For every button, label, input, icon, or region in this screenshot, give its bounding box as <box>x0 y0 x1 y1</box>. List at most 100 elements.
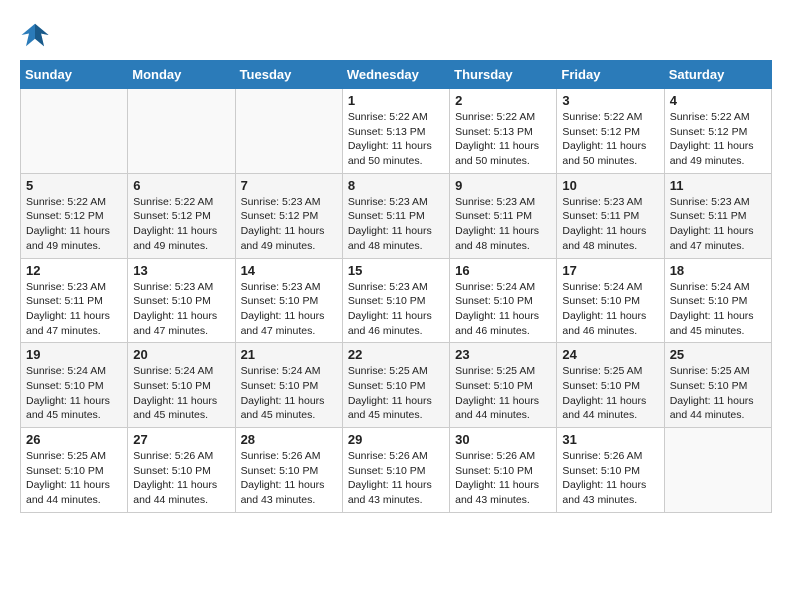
day-info: Sunrise: 5:24 AMSunset: 5:10 PMDaylight:… <box>241 364 337 423</box>
calendar-week-row: 1Sunrise: 5:22 AMSunset: 5:13 PMDaylight… <box>21 89 772 174</box>
calendar-cell <box>128 89 235 174</box>
calendar-cell: 21 Sunrise: 5:24 AMSunset: 5:10 PMDayligh… <box>235 343 342 428</box>
calendar-cell: 26 Sunrise: 5:25 AMSunset: 5:10 PMDayligh… <box>21 428 128 513</box>
day-info: Sunrise: 5:22 AMSunset: 5:12 PMDaylight:… <box>670 110 766 169</box>
weekday-header: Friday <box>557 61 664 89</box>
day-number: 26 <box>26 432 122 447</box>
day-info: Sunrise: 5:23 AMSunset: 5:12 PMDaylight:… <box>241 195 337 254</box>
day-info: Sunrise: 5:25 AMSunset: 5:10 PMDaylight:… <box>670 364 766 423</box>
day-number: 30 <box>455 432 551 447</box>
weekday-header: Sunday <box>21 61 128 89</box>
calendar-cell: 25 Sunrise: 5:25 AMSunset: 5:10 PMDayligh… <box>664 343 771 428</box>
day-info: Sunrise: 5:24 AMSunset: 5:10 PMDaylight:… <box>133 364 229 423</box>
day-info: Sunrise: 5:25 AMSunset: 5:10 PMDaylight:… <box>455 364 551 423</box>
day-number: 3 <box>562 93 658 108</box>
calendar-cell: 29 Sunrise: 5:26 AMSunset: 5:10 PMDayligh… <box>342 428 449 513</box>
calendar-cell: 23 Sunrise: 5:25 AMSunset: 5:10 PMDayligh… <box>450 343 557 428</box>
calendar-cell: 17 Sunrise: 5:24 AMSunset: 5:10 PMDayligh… <box>557 258 664 343</box>
calendar-cell <box>235 89 342 174</box>
day-number: 28 <box>241 432 337 447</box>
calendar-week-row: 12Sunrise: 5:23 AMSunset: 5:11 PMDayligh… <box>21 258 772 343</box>
calendar-cell: 28 Sunrise: 5:26 AMSunset: 5:10 PMDayligh… <box>235 428 342 513</box>
day-number: 24 <box>562 347 658 362</box>
calendar-cell: 2 Sunrise: 5:22 AMSunset: 5:13 PMDaylight… <box>450 89 557 174</box>
day-number: 29 <box>348 432 444 447</box>
calendar-cell: 4 Sunrise: 5:22 AMSunset: 5:12 PMDaylight… <box>664 89 771 174</box>
day-info: Sunrise: 5:23 AMSunset: 5:11 PMDaylight:… <box>26 280 122 339</box>
calendar-cell: 13Sunrise: 5:23 AMSunset: 5:10 PMDayligh… <box>128 258 235 343</box>
logo-icon <box>20 20 50 50</box>
day-number: 14 <box>241 263 337 278</box>
day-info: Sunrise: 5:26 AMSunset: 5:10 PMDaylight:… <box>133 449 229 508</box>
day-info: Sunrise: 5:22 AMSunset: 5:12 PMDaylight:… <box>26 195 122 254</box>
weekday-header: Wednesday <box>342 61 449 89</box>
calendar-cell: 22 Sunrise: 5:25 AMSunset: 5:10 PMDayligh… <box>342 343 449 428</box>
weekday-header: Monday <box>128 61 235 89</box>
day-number: 2 <box>455 93 551 108</box>
calendar-cell: 3 Sunrise: 5:22 AMSunset: 5:12 PMDaylight… <box>557 89 664 174</box>
day-info: Sunrise: 5:26 AMSunset: 5:10 PMDaylight:… <box>562 449 658 508</box>
day-info: Sunrise: 5:22 AMSunset: 5:12 PMDaylight:… <box>562 110 658 169</box>
day-number: 17 <box>562 263 658 278</box>
calendar-week-row: 26 Sunrise: 5:25 AMSunset: 5:10 PMDayligh… <box>21 428 772 513</box>
day-info: Sunrise: 5:24 AMSunset: 5:10 PMDaylight:… <box>455 280 551 339</box>
day-info: Sunrise: 5:23 AMSunset: 5:10 PMDaylight:… <box>133 280 229 339</box>
day-number: 21 <box>241 347 337 362</box>
calendar-cell: 24 Sunrise: 5:25 AMSunset: 5:10 PMDayligh… <box>557 343 664 428</box>
calendar-cell: 12Sunrise: 5:23 AMSunset: 5:11 PMDayligh… <box>21 258 128 343</box>
day-number: 9 <box>455 178 551 193</box>
calendar-header-row: SundayMondayTuesdayWednesdayThursdayFrid… <box>21 61 772 89</box>
calendar-cell: 5 Sunrise: 5:22 AMSunset: 5:12 PMDaylight… <box>21 173 128 258</box>
day-number: 5 <box>26 178 122 193</box>
day-number: 15 <box>348 263 444 278</box>
calendar-cell: 16 Sunrise: 5:24 AMSunset: 5:10 PMDayligh… <box>450 258 557 343</box>
day-number: 23 <box>455 347 551 362</box>
day-number: 16 <box>455 263 551 278</box>
day-info: Sunrise: 5:23 AMSunset: 5:11 PMDaylight:… <box>348 195 444 254</box>
day-number: 10 <box>562 178 658 193</box>
day-number: 18 <box>670 263 766 278</box>
day-info: Sunrise: 5:25 AMSunset: 5:10 PMDaylight:… <box>26 449 122 508</box>
calendar-cell: 30 Sunrise: 5:26 AMSunset: 5:10 PMDayligh… <box>450 428 557 513</box>
weekday-header: Saturday <box>664 61 771 89</box>
day-number: 4 <box>670 93 766 108</box>
day-number: 6 <box>133 178 229 193</box>
calendar-cell: 11Sunrise: 5:23 AMSunset: 5:11 PMDayligh… <box>664 173 771 258</box>
day-number: 19 <box>26 347 122 362</box>
calendar-cell: 14Sunrise: 5:23 AMSunset: 5:10 PMDayligh… <box>235 258 342 343</box>
day-info: Sunrise: 5:22 AMSunset: 5:13 PMDaylight:… <box>455 110 551 169</box>
calendar-cell: 9 Sunrise: 5:23 AMSunset: 5:11 PMDaylight… <box>450 173 557 258</box>
day-number: 22 <box>348 347 444 362</box>
day-info: Sunrise: 5:25 AMSunset: 5:10 PMDaylight:… <box>562 364 658 423</box>
day-info: Sunrise: 5:23 AMSunset: 5:10 PMDaylight:… <box>348 280 444 339</box>
day-number: 27 <box>133 432 229 447</box>
day-number: 25 <box>670 347 766 362</box>
day-info: Sunrise: 5:26 AMSunset: 5:10 PMDaylight:… <box>241 449 337 508</box>
day-number: 7 <box>241 178 337 193</box>
page-header <box>20 20 772 50</box>
weekday-header: Tuesday <box>235 61 342 89</box>
day-info: Sunrise: 5:24 AMSunset: 5:10 PMDaylight:… <box>26 364 122 423</box>
calendar-cell: 20 Sunrise: 5:24 AMSunset: 5:10 PMDayligh… <box>128 343 235 428</box>
day-info: Sunrise: 5:24 AMSunset: 5:10 PMDaylight:… <box>562 280 658 339</box>
calendar-cell: 7 Sunrise: 5:23 AMSunset: 5:12 PMDaylight… <box>235 173 342 258</box>
day-info: Sunrise: 5:26 AMSunset: 5:10 PMDaylight:… <box>455 449 551 508</box>
logo <box>20 20 54 50</box>
calendar-week-row: 19 Sunrise: 5:24 AMSunset: 5:10 PMDayligh… <box>21 343 772 428</box>
day-info: Sunrise: 5:23 AMSunset: 5:11 PMDaylight:… <box>670 195 766 254</box>
day-info: Sunrise: 5:23 AMSunset: 5:11 PMDaylight:… <box>562 195 658 254</box>
calendar-cell <box>664 428 771 513</box>
calendar-cell: 27 Sunrise: 5:26 AMSunset: 5:10 PMDayligh… <box>128 428 235 513</box>
calendar-cell: 18Sunrise: 5:24 AMSunset: 5:10 PMDayligh… <box>664 258 771 343</box>
calendar-cell: 1Sunrise: 5:22 AMSunset: 5:13 PMDaylight… <box>342 89 449 174</box>
day-info: Sunrise: 5:23 AMSunset: 5:11 PMDaylight:… <box>455 195 551 254</box>
calendar-cell: 19 Sunrise: 5:24 AMSunset: 5:10 PMDayligh… <box>21 343 128 428</box>
calendar-cell: 6Sunrise: 5:22 AMSunset: 5:12 PMDaylight… <box>128 173 235 258</box>
day-info: Sunrise: 5:26 AMSunset: 5:10 PMDaylight:… <box>348 449 444 508</box>
weekday-header: Thursday <box>450 61 557 89</box>
calendar-cell: 31Sunrise: 5:26 AMSunset: 5:10 PMDayligh… <box>557 428 664 513</box>
day-number: 20 <box>133 347 229 362</box>
calendar-table: SundayMondayTuesdayWednesdayThursdayFrid… <box>20 60 772 513</box>
day-info: Sunrise: 5:25 AMSunset: 5:10 PMDaylight:… <box>348 364 444 423</box>
calendar-cell: 8Sunrise: 5:23 AMSunset: 5:11 PMDaylight… <box>342 173 449 258</box>
